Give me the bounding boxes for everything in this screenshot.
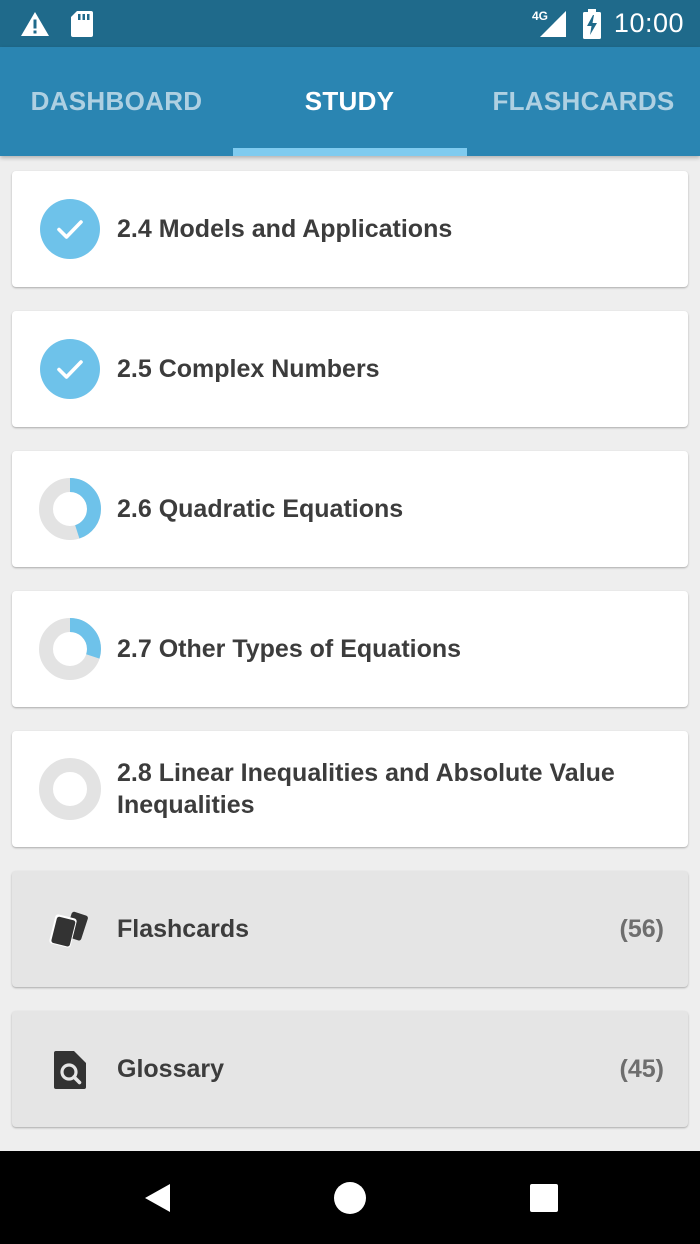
battery-charging-icon <box>582 0 602 47</box>
system-navigation-bar <box>0 1151 700 1244</box>
network-type-label: 4G <box>532 9 549 23</box>
tab-study[interactable]: STUDY <box>233 47 466 156</box>
sd-card-icon <box>70 0 94 47</box>
flashcards-count: (56) <box>619 914 664 943</box>
home-icon[interactable] <box>310 1151 390 1244</box>
progress-ring-icon <box>39 758 101 820</box>
back-icon[interactable] <box>117 1151 197 1244</box>
section-title: 2.5 Complex Numbers <box>117 355 380 383</box>
glossary-count: (45) <box>619 1054 664 1083</box>
progress-ring-icon <box>39 618 101 680</box>
section-card[interactable]: 2.8 Linear Inequalities and Absolute Val… <box>12 731 688 847</box>
section-card[interactable]: 2.5 Complex Numbers <box>12 311 688 427</box>
section-card[interactable]: 2.4 Models and Applications <box>12 171 688 287</box>
progress-ring-icon <box>39 478 101 540</box>
section-title: 2.4 Models and Applications <box>117 215 453 243</box>
app-bar-tabs: DASHBOARD STUDY FLASHCARDS <box>0 47 700 156</box>
progress-track <box>39 758 101 820</box>
section-title: 2.8 Linear Inequalities and Absolute Val… <box>117 759 615 819</box>
recents-icon[interactable] <box>504 1151 584 1244</box>
warning-icon <box>20 0 50 47</box>
glossary-label: Glossary <box>117 1055 225 1083</box>
section-card[interactable]: 2.7 Other Types of Equations <box>12 591 688 707</box>
progress-complete-icon <box>39 198 101 260</box>
glossary-search-icon <box>48 1047 94 1093</box>
section-title: 2.6 Quadratic Equations <box>117 495 404 523</box>
glossary-card[interactable]: Glossary (45) <box>12 1011 688 1127</box>
flashcards-icon <box>48 907 94 953</box>
flashcards-label: Flashcards <box>117 915 250 943</box>
section-title: 2.7 Other Types of Equations <box>117 635 462 663</box>
flashcards-card[interactable]: Flashcards (56) <box>12 871 688 987</box>
section-card[interactable]: 2.6 Quadratic Equations <box>12 451 688 567</box>
signal-icon: 4G <box>532 0 568 47</box>
tab-dashboard[interactable]: DASHBOARD <box>0 47 233 156</box>
progress-complete-icon <box>39 338 101 400</box>
clock-time: 10:00 <box>613 8 684 38</box>
tab-flashcards[interactable]: FLASHCARDS <box>467 47 700 156</box>
tab-indicator <box>233 148 467 156</box>
status-bar: 4G 10:00 <box>0 0 700 47</box>
